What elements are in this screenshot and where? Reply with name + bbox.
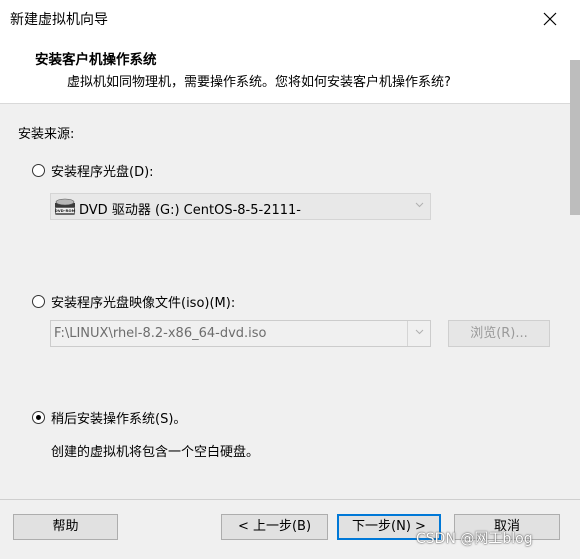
page-subtitle: 虚拟机如同物理机，需要操作系统。您将如何安装客户机操作系统? <box>67 75 451 90</box>
radio-selected-dot <box>36 415 41 420</box>
dvd-rom-text: DVD-ROM <box>55 208 76 213</box>
browse-button[interactable]: 浏览(R)... <box>448 320 550 347</box>
help-button[interactable]: 帮助 <box>13 514 118 540</box>
install-iso-label[interactable]: 安装程序光盘映像文件(iso)(M): <box>51 292 235 311</box>
dvd-drive-icon: DVD-ROM <box>55 198 76 215</box>
title-bar: 新建虚拟机向导 <box>0 0 580 38</box>
chevron-down-icon <box>415 202 424 208</box>
close-button[interactable] <box>530 4 570 34</box>
radio-install-later[interactable] <box>32 411 45 424</box>
combo-divider <box>407 321 408 346</box>
install-later-description: 创建的虚拟机将包含一个空白硬盘。 <box>51 445 260 460</box>
install-source-label: 安装来源: <box>18 127 75 142</box>
iso-path-combo[interactable]: F:\LINUX\rhel-8.2-x86_64-dvd.iso <box>50 320 431 347</box>
close-icon <box>543 12 557 26</box>
window-edge <box>570 60 580 215</box>
install-later-label[interactable]: 稍后安装操作系统(S)。 <box>51 408 186 427</box>
wizard-header: 安装客户机操作系统 虚拟机如同物理机，需要操作系统。您将如何安装客户机操作系统? <box>0 38 580 103</box>
watermark: CSDN @网工blog <box>416 531 533 547</box>
wizard-body: 安装来源: 安装程序光盘(D): DVD-ROM DVD 驱动器 (G:) Ce… <box>0 104 580 499</box>
install-disc-label[interactable]: 安装程序光盘(D): <box>51 161 154 180</box>
drive-select-value: DVD 驱动器 (G:) CentOS-8-5-2111- <box>79 203 301 218</box>
window-title: 新建虚拟机向导 <box>10 12 108 28</box>
back-button[interactable]: < 上一步(B) <box>221 514 328 540</box>
radio-install-disc[interactable] <box>32 164 45 177</box>
page-title: 安装客户机操作系统 <box>35 52 157 68</box>
iso-path-value: F:\LINUX\rhel-8.2-x86_64-dvd.iso <box>54 326 267 341</box>
radio-install-iso[interactable] <box>32 295 45 308</box>
chevron-down-icon <box>415 329 424 335</box>
drive-select[interactable]: DVD-ROM DVD 驱动器 (G:) CentOS-8-5-2111- <box>50 193 431 220</box>
